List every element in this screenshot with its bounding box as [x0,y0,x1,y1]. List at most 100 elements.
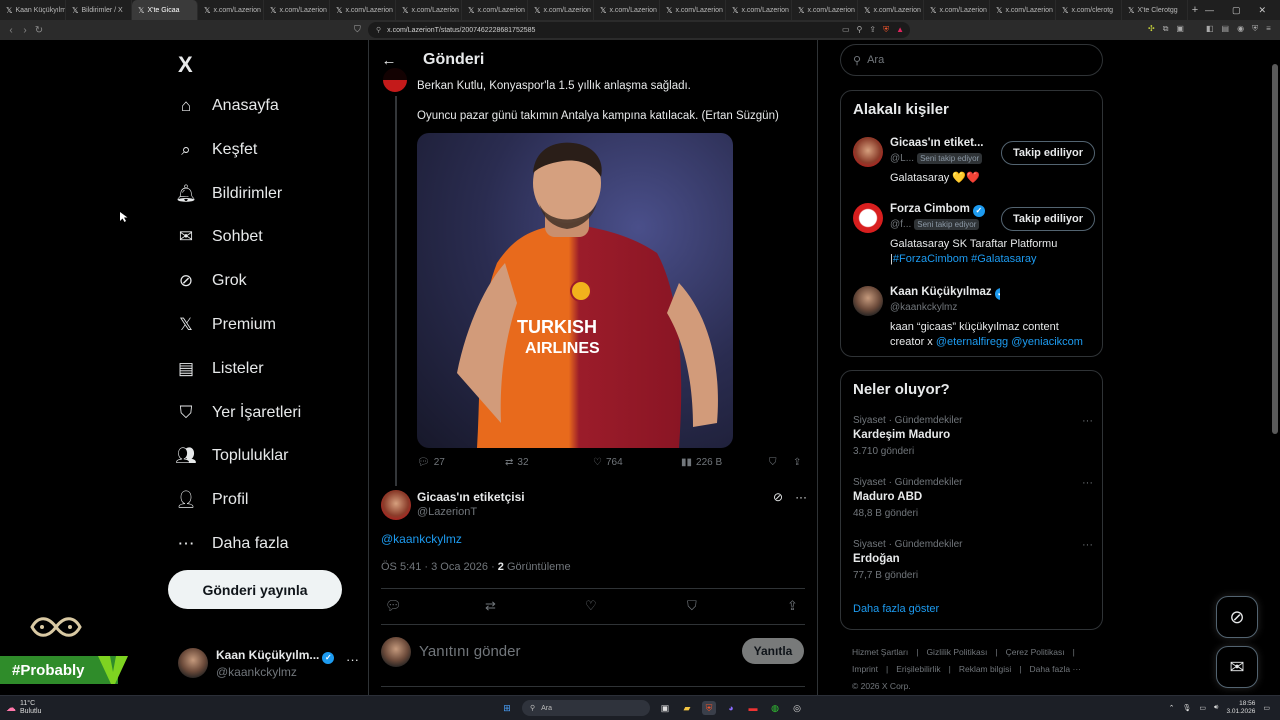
heart-icon[interactable]: ♡ [585,598,597,614]
trend-item[interactable]: Siyaset · Gündemdekiler Kardeşim Maduro 3.… [853,415,1095,459]
browser-tab[interactable]: 𝕏 X'te Clerotgg [1122,0,1188,20]
footer-link[interactable]: Daha fazla ··· [1029,664,1081,674]
wallet-icon[interactable]: ◉ [1237,24,1244,34]
nav-item-x-premium[interactable]: 𝕏 Premium [176,309,276,341]
extension-icon[interactable]: ▣ [1176,24,1184,34]
rewards-icon[interactable]: ▲ [896,25,904,35]
notification-icon[interactable]: ▭ [1263,704,1270,712]
person-item[interactable]: Kaan Küçükyılmaz✓ @kaankckylmz kaan “gicaa… [853,286,1095,348]
share-icon[interactable]: ⇪ [869,25,876,35]
person-item[interactable]: Gicaas'ın etiket... @L... Seni takip ediyo… [853,137,1095,197]
account-switcher[interactable]: Kaan Küçükyılm... ✓ @kaankckylmz ··· [176,646,362,686]
network-icon[interactable]: ▭ [1199,704,1206,712]
browser-tab[interactable]: 𝕏x.com/Lazerion [528,0,594,20]
nav-item-list[interactable]: ▤ Listeler [176,353,264,385]
bookmark-page-icon[interactable]: ⛉ [354,24,361,35]
forward-nav-icon[interactable]: › [18,25,32,36]
reply-author-avatar[interactable] [381,490,411,520]
bookmark-button[interactable]: ⛉ [769,457,777,468]
maximize-button[interactable]: ▢ [1232,5,1241,16]
browser-tab[interactable]: 𝕏 X'te Gicaa [132,0,198,20]
browser-tab[interactable]: 𝕏x.com/Lazerion [924,0,990,20]
back-arrow-icon[interactable]: ← [369,52,409,69]
browser-tab[interactable]: 𝕏 Bildirimler / X [66,0,132,20]
clock[interactable]: 18:56 3.01.2026 [1226,700,1255,716]
following-button[interactable]: Takip ediliyor [1001,207,1095,231]
reply-submit-button[interactable]: Yanıtla [742,638,804,664]
browser-tab[interactable]: 𝕏x.com/Lazerion [594,0,660,20]
browser-tab[interactable]: 𝕏x.com/Lazerion [462,0,528,20]
browser-tab[interactable]: 𝕏x.com/Lazerion [858,0,924,20]
brave-shield-icon[interactable]: ⛨ [883,25,889,35]
minimize-button[interactable]: — [1205,5,1214,15]
reload-icon[interactable]: ↻ [32,25,46,36]
brave-browser-icon[interactable]: ⛨ [702,701,716,715]
weather-widget[interactable]: ☁ 11°C Bulutlu [6,700,41,716]
reply-author-handle[interactable]: @LazerionT [417,506,477,518]
more-icon[interactable]: ··· [346,652,359,667]
nav-item-more-circle[interactable]: ⋯ Daha fazla [176,528,289,560]
share-icon[interactable]: ⇪ [787,598,798,614]
zoom-icon[interactable]: ⚲ [857,25,863,35]
windows-start-icon[interactable]: ⊞ [500,701,514,715]
extension-icon[interactable]: ✣ [1148,24,1155,34]
sidebar-icon[interactable]: ◧ [1206,24,1214,34]
page-scrollbar[interactable] [1272,64,1278,434]
avatar[interactable] [853,137,883,167]
browser-tab[interactable]: 𝕏x.com/Lazerion [660,0,726,20]
footer-link[interactable]: Hizmet Şartları [852,647,908,657]
footer-link[interactable]: Imprint [852,664,878,674]
browser-tab[interactable]: 𝕏x.com/Lazerion [396,0,462,20]
trend-item[interactable]: Siyaset · Gündemdekiler Erdoğan 77,7 B gön… [853,539,1095,583]
address-bar[interactable]: ⚲ x.com/LazerionT/status/200746222868175… [368,22,910,38]
person-name[interactable]: Forza Cimbom ✓ [890,203,985,217]
footer-link[interactable]: © 2026 X Corp. [852,681,911,691]
nav-item-mail[interactable]: ✉ Sohbet [176,221,263,253]
person-name[interactable]: Gicaas'ın etiket... [890,137,984,149]
footer-link[interactable]: Erişilebilirlik [896,664,940,674]
retweet-button[interactable]: ⇄ 32 [505,457,529,468]
extension-icon[interactable]: ⧉ [1163,24,1169,34]
browser-tab[interactable]: 𝕏x.com/Lazerion [990,0,1056,20]
mic-icon[interactable]: 🎙︎ [1183,704,1192,712]
site-info-icon[interactable]: ⚲ [376,26,381,34]
avatar[interactable] [853,203,883,233]
cast-icon[interactable]: ▭ [842,25,850,35]
task-view-icon[interactable]: ▣ [658,701,672,715]
whatsapp-icon[interactable]: ◍ [768,701,782,715]
show-more-link[interactable]: Daha fazla göster [853,603,939,615]
person-name[interactable]: Kaan Küçükyılmaz✓ [890,286,1000,300]
browser-tab[interactable]: 𝕏x.com/Lazerion [726,0,792,20]
nav-item-communities[interactable]: 👥︎ Topluluklar [175,440,288,472]
bio-links[interactable]: @eternalfiregg @yeniacikcom [936,336,1083,348]
reply-mention-link[interactable]: @kaankckylmz [381,532,462,546]
more-icon[interactable]: ··· [1082,415,1093,427]
more-icon[interactable]: ··· [1082,477,1093,489]
browser-tab[interactable]: 𝕏 Kaan Küçükyılm [0,0,66,20]
grok-fab-button[interactable]: ⊘ [1216,596,1258,638]
tray-expand-icon[interactable]: ⌃ [1169,704,1175,712]
back-nav-icon[interactable]: ‹ [4,25,18,36]
app-icon[interactable]: ▬ [746,701,760,715]
messages-fab-button[interactable]: ✉ [1216,646,1258,688]
browser-tab[interactable]: 𝕏x.com/Lazerion [792,0,858,20]
views-button[interactable]: ▮▮ 226 B [681,457,722,468]
file-explorer-icon[interactable]: ▰ [680,701,694,715]
nav-item-bookmark[interactable]: ⛉ Yer İşaretleri [176,397,302,429]
reply-compose-input[interactable]: Yanıtını gönder [419,643,520,660]
close-window-button[interactable]: ✕ [1258,5,1266,16]
share-button[interactable]: ⇪ [793,457,801,468]
following-button[interactable]: Takip ediliyor [1001,141,1095,165]
retweet-icon[interactable]: ⇄ [485,598,496,614]
footer-link[interactable]: Reklam bilgisi [959,664,1011,674]
reply-icon[interactable]: 💬︎ [385,598,402,614]
reply-button[interactable]: 💬︎ 27 [417,457,445,468]
more-icon[interactable]: ··· [1082,539,1093,551]
browser-tab[interactable]: 𝕏x.com/Lazerion [330,0,396,20]
shield-icon[interactable]: ⛨ [1252,24,1258,34]
browser-tab[interactable]: 𝕏x.com/clerotg [1056,0,1122,20]
tweet-photo[interactable]: TURKISH AIRLINES [417,133,733,448]
x-logo-icon[interactable]: X [178,52,193,78]
obs-icon[interactable]: ◎ [790,701,804,715]
bookmark-icon[interactable]: ⛉ [687,598,697,614]
